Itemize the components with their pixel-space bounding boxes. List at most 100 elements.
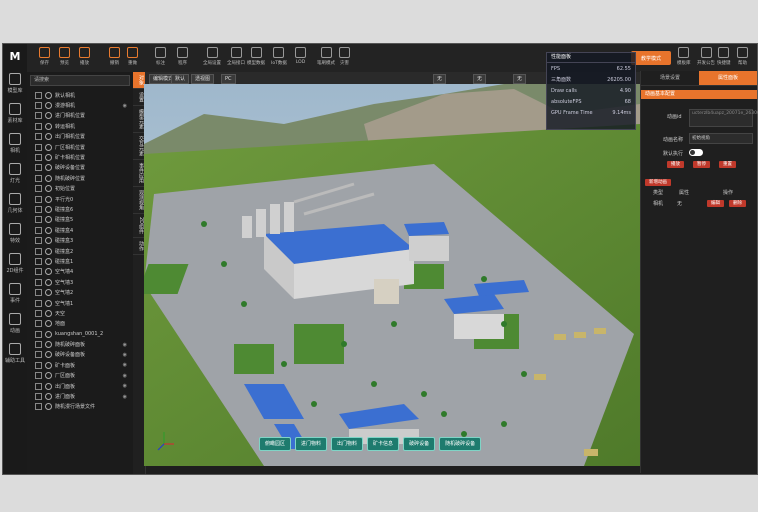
tree-checkbox[interactable] bbox=[35, 174, 42, 182]
tree-row[interactable]: 随机漫行场景文件 bbox=[27, 402, 133, 412]
tree-row[interactable]: 空气墙4 bbox=[27, 267, 133, 277]
toolbar-item-6[interactable]: 程序 bbox=[177, 47, 188, 66]
rail-item-1[interactable]: 素材库 bbox=[3, 98, 27, 128]
tree-checkbox[interactable] bbox=[35, 143, 42, 151]
toolbar-item-7[interactable]: 全局设置 bbox=[203, 47, 221, 66]
toolbar-item-12[interactable]: 笔刷模式 bbox=[317, 47, 335, 66]
tree-row[interactable]: kuangshan_0001_2 bbox=[27, 329, 133, 339]
tree-checkbox[interactable] bbox=[35, 361, 42, 369]
tree-checkbox[interactable] bbox=[35, 112, 42, 120]
tab-properties[interactable]: 属性面板 bbox=[699, 71, 757, 85]
nav-button-4[interactable]: 破碎设备 bbox=[403, 437, 436, 451]
tree-checkbox[interactable] bbox=[35, 393, 42, 401]
tree-row[interactable]: 破碎设备面板 ◉ bbox=[27, 350, 133, 360]
toolbar-item-13[interactable]: 灾害 bbox=[339, 47, 350, 66]
rail-item-0[interactable]: 模型库 bbox=[3, 68, 27, 98]
tree-row[interactable]: 厂区面板 ◉ bbox=[27, 371, 133, 381]
tree-checkbox[interactable] bbox=[35, 341, 42, 349]
tree-checkbox[interactable] bbox=[35, 216, 42, 224]
tree-row[interactable]: 碰撞盒1 bbox=[27, 256, 133, 266]
tree-row[interactable]: 空气墙3 bbox=[27, 277, 133, 287]
tree-checkbox[interactable] bbox=[35, 164, 42, 172]
toolbar-item-4[interactable]: 重做 bbox=[127, 47, 138, 66]
tree-row[interactable]: 矿卡相机位置 bbox=[27, 152, 133, 162]
anim-id-field[interactable]: ucterzIb4uapz_20071e_2630682 bbox=[689, 109, 758, 127]
tree-checkbox[interactable] bbox=[35, 154, 42, 162]
rail-item-5[interactable]: 特效 bbox=[3, 218, 27, 248]
tree-row[interactable]: 转运相机 bbox=[27, 121, 133, 131]
eye-icon[interactable]: ◉ bbox=[123, 352, 127, 358]
nav-button-2[interactable]: 出门物料 bbox=[331, 437, 364, 451]
eye-icon[interactable]: ◉ bbox=[123, 362, 127, 368]
tree-row[interactable]: 初始位置 bbox=[27, 184, 133, 194]
viewbar-item-2[interactable]: 透视图 bbox=[191, 74, 215, 84]
tree-checkbox[interactable] bbox=[35, 91, 42, 99]
tree-checkbox[interactable] bbox=[35, 102, 42, 110]
tree-row[interactable]: 碰撞盒6 bbox=[27, 204, 133, 214]
tree-row[interactable]: 平行光0 bbox=[27, 194, 133, 204]
tree-checkbox[interactable] bbox=[35, 299, 42, 307]
tree-row[interactable]: 厂区相机位置 bbox=[27, 142, 133, 152]
tree-checkbox[interactable] bbox=[35, 247, 42, 255]
viewbar-item-1[interactable]: 默认 bbox=[171, 74, 190, 84]
tree-checkbox[interactable] bbox=[35, 226, 42, 234]
eye-icon[interactable]: ◉ bbox=[123, 394, 127, 400]
tree-row[interactable]: 碰撞盒3 bbox=[27, 235, 133, 245]
rail-item-3[interactable]: 灯光 bbox=[3, 158, 27, 188]
toolbar-item-0[interactable]: 保存 bbox=[39, 47, 50, 66]
rail-item-6[interactable]: 2D组件 bbox=[3, 248, 27, 278]
toolbar-item-1[interactable]: 预览 bbox=[59, 47, 70, 66]
toolbar-right-item-0[interactable]: 模板库 bbox=[677, 47, 691, 66]
toolbar-right-item-2[interactable]: 快捷键 bbox=[717, 47, 731, 66]
nav-button-0[interactable]: 俯瞰园区 bbox=[259, 437, 292, 451]
toolbar-item-3[interactable]: 撤销 bbox=[109, 47, 120, 66]
toolbar-right-item-3[interactable]: 帮助 bbox=[737, 47, 748, 66]
tree-checkbox[interactable] bbox=[35, 372, 42, 380]
pause-button[interactable]: 暂停 bbox=[693, 161, 710, 168]
default-exec-toggle[interactable] bbox=[689, 149, 703, 156]
3d-viewport[interactable] bbox=[144, 84, 640, 466]
rail-item-4[interactable]: 几何体 bbox=[3, 188, 27, 218]
viewbar-select-0[interactable]: 无 bbox=[433, 74, 447, 84]
tree-row[interactable]: 随机破碎位置 bbox=[27, 173, 133, 183]
tree-checkbox[interactable] bbox=[35, 237, 42, 245]
tree-checkbox[interactable] bbox=[35, 268, 42, 276]
rail-item-2[interactable]: 相机 bbox=[3, 128, 27, 158]
rail-item-9[interactable]: 辅助工具 bbox=[3, 338, 27, 368]
tree-checkbox[interactable] bbox=[35, 195, 42, 203]
tree-checkbox[interactable] bbox=[35, 309, 42, 317]
toolbar-item-5[interactable]: 标注 bbox=[155, 47, 166, 66]
anim-name-field[interactable]: 初始视角 bbox=[689, 133, 753, 144]
tree-row[interactable]: 进门相机位置 bbox=[27, 111, 133, 121]
toolbar-item-2[interactable]: 播放 bbox=[79, 47, 90, 66]
tree-checkbox[interactable] bbox=[35, 403, 42, 411]
rail-item-7[interactable]: 事件 bbox=[3, 278, 27, 308]
tree-checkbox[interactable] bbox=[35, 289, 42, 297]
tree-checkbox[interactable] bbox=[35, 205, 42, 213]
tree-row[interactable]: 碰撞盒2 bbox=[27, 246, 133, 256]
tree-row[interactable]: 碰撞盒5 bbox=[27, 215, 133, 225]
nav-button-3[interactable]: 矿卡信息 bbox=[367, 437, 400, 451]
nav-button-1[interactable]: 进门物料 bbox=[295, 437, 328, 451]
nav-button-5[interactable]: 随机破碎设备 bbox=[439, 437, 482, 451]
tree-row[interactable]: 地面 bbox=[27, 319, 133, 329]
tree-row[interactable]: 进门面板 ◉ bbox=[27, 391, 133, 401]
tree-row[interactable]: 出门面板 ◉ bbox=[27, 381, 133, 391]
rail-item-8[interactable]: 动画 bbox=[3, 308, 27, 338]
tree-checkbox[interactable] bbox=[35, 320, 42, 328]
delete-button[interactable]: 删除 bbox=[729, 200, 746, 207]
tree-row[interactable]: 默认相机 bbox=[27, 90, 133, 100]
viewbar-item-3[interactable]: PC bbox=[221, 74, 236, 84]
tree-row[interactable]: 空气墙1 bbox=[27, 298, 133, 308]
tree-row[interactable]: 碰撞盒4 bbox=[27, 225, 133, 235]
tree-row[interactable]: 出门相机位置 bbox=[27, 132, 133, 142]
tree-checkbox[interactable] bbox=[35, 122, 42, 130]
tree-row[interactable]: 破碎设备位置 bbox=[27, 163, 133, 173]
toolbar-item-10[interactable]: IoT数据 bbox=[271, 47, 287, 66]
eye-icon[interactable]: ◉ bbox=[123, 342, 127, 348]
tree-row[interactable]: 随机破碎面板 ◉ bbox=[27, 339, 133, 349]
viewbar-select-2[interactable]: 无 bbox=[513, 74, 527, 84]
tree-row[interactable]: 天空 bbox=[27, 308, 133, 318]
tree-checkbox[interactable] bbox=[35, 185, 42, 193]
tree-row[interactable]: 空气墙2 bbox=[27, 287, 133, 297]
